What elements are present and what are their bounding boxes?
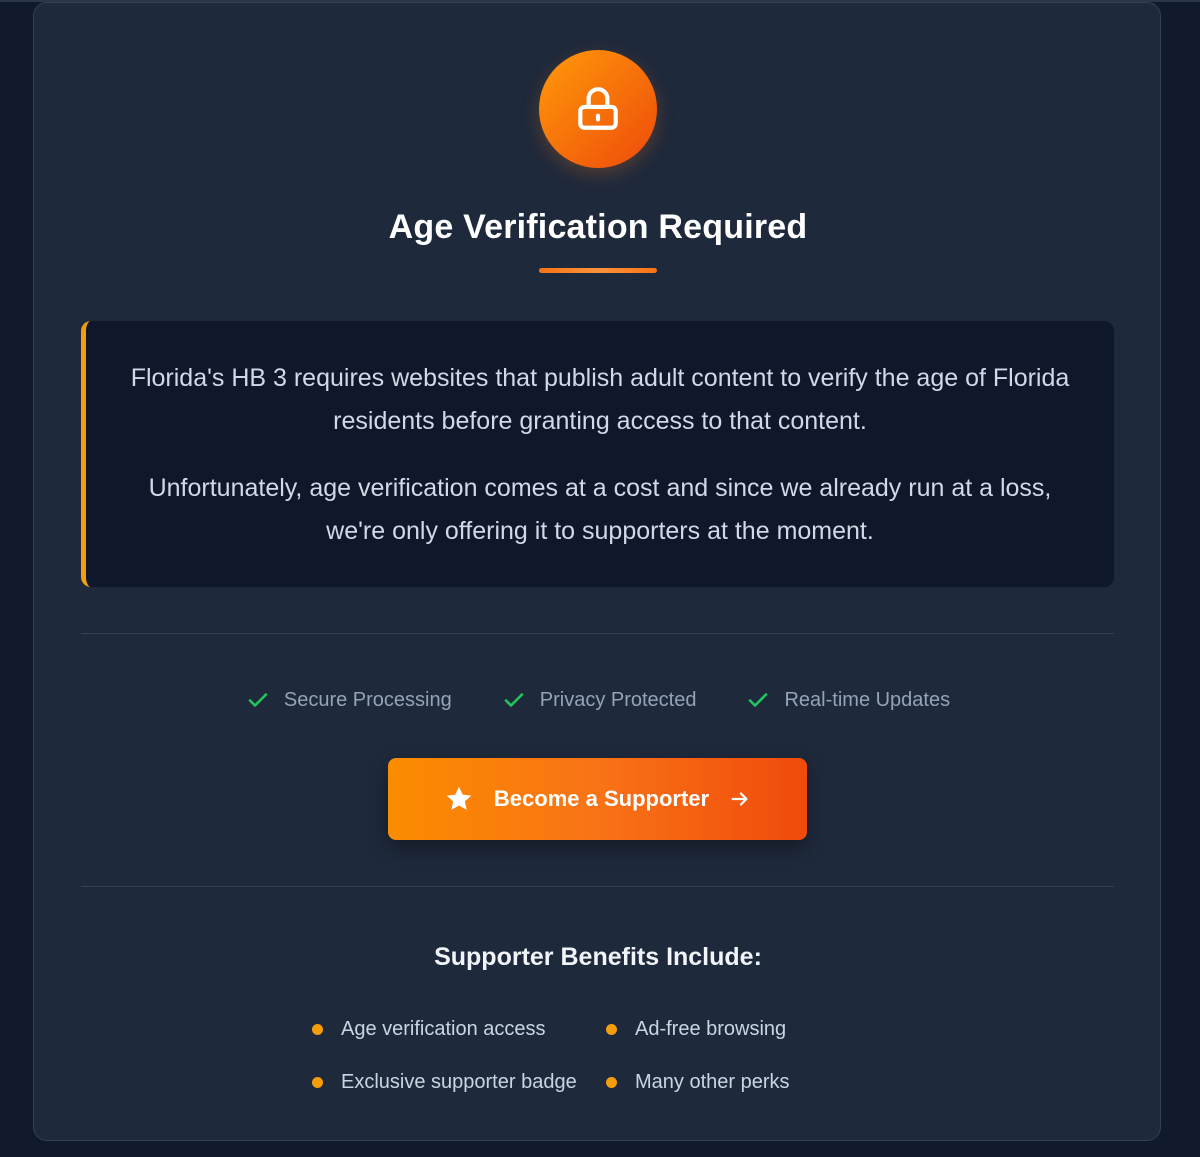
- arrow-right-icon: [731, 792, 748, 806]
- benefit-label: Many other perks: [635, 1071, 790, 1093]
- title-underline: [539, 268, 657, 273]
- check-icon: [504, 693, 524, 707]
- feature-list: Secure Processing Privacy Protected Real…: [34, 683, 1162, 717]
- benefit-item: Age verification access: [312, 1011, 606, 1047]
- age-verification-card: Age Verification Required Florida's HB 3…: [33, 2, 1161, 1141]
- benefit-label: Age verification access: [341, 1018, 546, 1040]
- lock-badge: [539, 50, 657, 168]
- benefits-title: Supporter Benefits Include:: [434, 943, 762, 971]
- benefit-label: Exclusive supporter badge: [341, 1071, 577, 1093]
- feature-realtime-updates: Real-time Updates: [746, 683, 950, 717]
- become-supporter-label: Become a Supporter: [493, 786, 710, 811]
- divider-top: [81, 633, 1114, 634]
- feature-label: Privacy Protected: [539, 689, 697, 711]
- bullet-dot-icon: [606, 1023, 617, 1035]
- feature-privacy-protected: Privacy Protected: [502, 683, 697, 717]
- page-background: Age Verification Required Florida's HB 3…: [0, 0, 1200, 1157]
- notice-box: Florida's HB 3 requires websites that pu…: [81, 321, 1114, 587]
- check-icon: [749, 693, 768, 707]
- benefits-list: Age verification access Ad-free browsing…: [312, 1011, 872, 1100]
- feature-label: Secure Processing: [283, 689, 452, 711]
- check-icon: [248, 693, 268, 707]
- bullet-dot-icon: [312, 1023, 323, 1035]
- divider-bottom: [81, 886, 1114, 887]
- page-title: Age Verification Required: [388, 208, 808, 246]
- feature-label: Real-time Updates: [784, 689, 951, 711]
- notice-paragraph-2: Unfortunately, age verification comes at…: [148, 474, 1052, 545]
- become-supporter-button[interactable]: Become a Supporter: [388, 758, 807, 840]
- benefit-item: Many other perks: [606, 1064, 846, 1100]
- benefit-item: Ad-free browsing: [606, 1011, 846, 1047]
- benefit-item: Exclusive supporter badge: [312, 1064, 606, 1100]
- bullet-dot-icon: [606, 1076, 617, 1088]
- benefit-label: Ad-free browsing: [635, 1018, 787, 1040]
- bullet-dot-icon: [312, 1076, 323, 1088]
- notice-paragraph-1: Florida's HB 3 requires websites that pu…: [130, 364, 1070, 435]
- star-icon: [446, 786, 472, 810]
- feature-secure-processing: Secure Processing: [246, 683, 452, 717]
- lock-icon: [578, 87, 618, 130]
